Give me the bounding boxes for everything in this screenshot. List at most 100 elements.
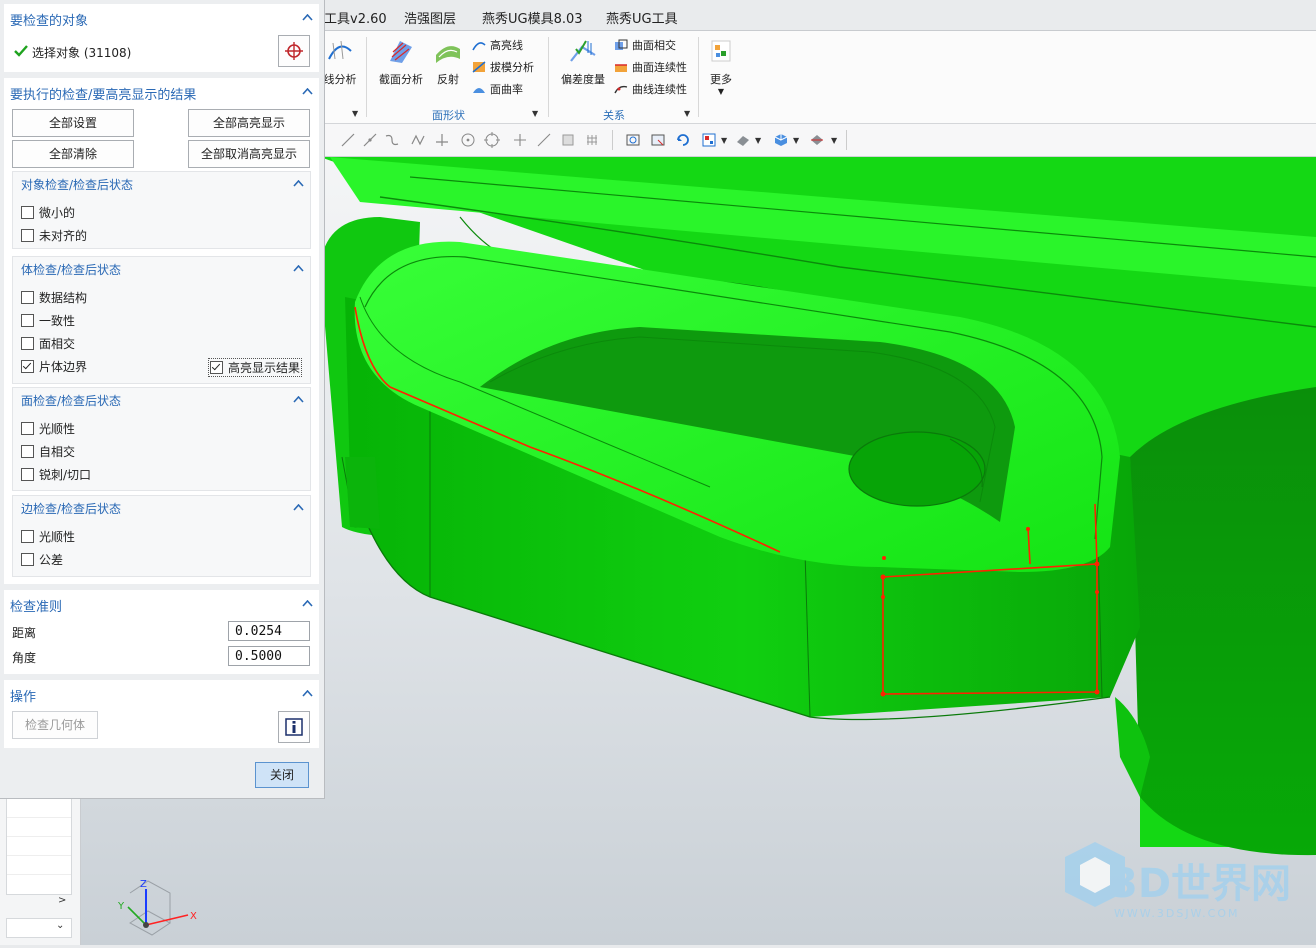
collapse-icon[interactable] xyxy=(302,88,313,95)
chevron-down-icon[interactable]: ▼ xyxy=(684,109,690,118)
tolerance-checkbox[interactable]: 公差 xyxy=(21,551,63,568)
checkbox-box-checked xyxy=(210,361,223,374)
collapse-icon[interactable] xyxy=(302,690,313,697)
curve-continuity-icon xyxy=(614,85,628,94)
point-on-curve-icon[interactable] xyxy=(512,132,528,148)
edge-display-icon[interactable] xyxy=(809,132,825,148)
set-all-button[interactable]: 全部设置 xyxy=(12,109,134,137)
unhighlight-all-button[interactable]: 全部取消高亮显示 xyxy=(188,140,310,168)
point-on-face-icon[interactable] xyxy=(536,132,552,148)
self-intersection-checkbox[interactable]: 自相交 xyxy=(21,443,75,460)
intersection-icon[interactable] xyxy=(434,132,450,148)
sheet-boundaries-checkbox[interactable]: 片体边界 xyxy=(21,358,87,375)
section-analysis-icon xyxy=(390,41,412,63)
checkbox-box xyxy=(21,229,34,242)
zoom-window-icon[interactable] xyxy=(650,132,666,148)
reflection-label: 反射 xyxy=(437,73,459,86)
curve-analysis-icon xyxy=(328,40,352,60)
view-cube-icon[interactable] xyxy=(773,132,789,148)
layout-icon[interactable] xyxy=(701,132,717,148)
section-operations: 操作 检查几何体 xyxy=(4,680,319,748)
curve-continuity-button[interactable]: 曲线连续性 xyxy=(614,81,687,97)
highlight-lines-button[interactable]: 高亮线 xyxy=(472,37,523,53)
rotate-icon[interactable] xyxy=(675,132,691,148)
draft-analysis-button[interactable]: 拔模分析 xyxy=(472,59,534,75)
quadrant-icon[interactable] xyxy=(484,132,500,148)
arc-center-icon[interactable] xyxy=(460,132,476,148)
axis-y-label: Y xyxy=(117,901,125,912)
collapse-icon[interactable] xyxy=(293,180,304,187)
checkbox-box xyxy=(21,206,34,219)
data-structure-checkbox[interactable]: 数据结构 xyxy=(21,289,87,306)
more-button[interactable]: 更多 ▼ xyxy=(704,37,738,96)
tab-yanxiu-tools[interactable]: 燕秀UG工具 xyxy=(606,8,678,27)
deviation-gauge-button[interactable]: 偏差度量 xyxy=(558,37,608,87)
section-analysis-button[interactable]: 截面分析 xyxy=(376,37,426,87)
spikes-cuts-checkbox[interactable]: 锐刺/切口 xyxy=(21,466,91,483)
tab-yanxiu-mold[interactable]: 燕秀UG模具8.03 xyxy=(482,8,583,27)
face-continuity-button[interactable]: 曲面连续性 xyxy=(614,59,687,75)
reflection-icon xyxy=(436,46,460,63)
chevron-down-icon[interactable]: ▼ xyxy=(793,136,799,145)
highlight-all-button[interactable]: 全部高亮显示 xyxy=(188,109,310,137)
ribbon-tab-bar: 工具v2.60 浩强图层 燕秀UG模具8.03 燕秀UG工具 xyxy=(320,0,1316,31)
control-point-icon[interactable] xyxy=(410,132,426,148)
toolbar-separator xyxy=(612,130,613,150)
distance-input[interactable]: 0.0254 xyxy=(228,621,310,641)
spline-icon[interactable] xyxy=(384,132,400,148)
face-intersections-checkbox[interactable]: 面相交 xyxy=(21,335,75,352)
close-button[interactable]: 关闭 xyxy=(255,762,309,788)
checkbox-box xyxy=(21,422,34,435)
check-geometry-button[interactable]: 检查几何体 xyxy=(12,711,98,739)
face-intersect-button[interactable]: 曲面相交 xyxy=(614,37,676,53)
select-object-button[interactable] xyxy=(278,35,310,67)
tiny-objects-checkbox[interactable]: 微小的 xyxy=(21,204,75,221)
line-point-icon[interactable] xyxy=(362,132,378,148)
shading-icon[interactable] xyxy=(735,132,751,148)
group-edge-checks: 边检查/检查后状态 光顺性 公差 xyxy=(12,495,311,577)
face-smoothness-label: 光顺性 xyxy=(39,422,76,436)
tiny-objects-label: 微小的 xyxy=(39,206,76,220)
chevron-down-icon[interactable]: ▼ xyxy=(532,109,538,118)
line-icon[interactable] xyxy=(340,132,356,148)
collapse-icon[interactable] xyxy=(293,265,304,272)
curve-analysis-button[interactable]: 线分析 xyxy=(320,37,360,87)
zoom-fit-icon[interactable] xyxy=(625,132,641,148)
information-button[interactable] xyxy=(278,711,310,743)
collapse-icon[interactable] xyxy=(293,504,304,511)
group-edge-checks-title: 边检查/检查后状态 xyxy=(21,502,122,516)
face-smoothness-checkbox[interactable]: 光顺性 xyxy=(21,420,75,437)
face-curvature-button[interactable]: 面曲率 xyxy=(472,81,523,97)
misaligned-objects-checkbox[interactable]: 未对齐的 xyxy=(21,227,87,244)
group-label-face-shape: 面形状 xyxy=(432,109,465,122)
navigator-strip: > ⌄ xyxy=(0,798,81,945)
checkbox-box-checked xyxy=(21,360,34,373)
chevron-down-icon[interactable]: ▼ xyxy=(831,136,837,145)
bounded-grid-icon[interactable] xyxy=(560,132,576,148)
watermark-url: WWW.3DSJW.COM xyxy=(1114,907,1240,920)
grid-icon[interactable] xyxy=(584,132,600,148)
angle-input[interactable]: 0.5000 xyxy=(228,646,310,666)
tab-haoqiang-layers[interactable]: 浩强图层 xyxy=(404,8,456,27)
section-checks: 要执行的检查/要高亮显示的结果 全部设置 全部高亮显示 全部清除 全部取消高亮显… xyxy=(4,78,319,584)
tolerance-label: 公差 xyxy=(39,553,64,567)
chevron-down-icon[interactable]: ⌄ xyxy=(56,920,64,931)
section-analysis-label: 截面分析 xyxy=(379,73,423,86)
tab-tools[interactable]: 工具v2.60 xyxy=(324,8,387,27)
collapse-icon[interactable] xyxy=(302,14,313,21)
face-curvature-icon xyxy=(473,88,485,93)
chevron-right-icon[interactable]: > xyxy=(58,895,66,906)
collapse-icon[interactable] xyxy=(302,600,313,607)
checkbox-box xyxy=(21,468,34,481)
collapse-icon[interactable] xyxy=(293,396,304,403)
group-face-checks: 面检查/检查后状态 光顺性 自相交 锐刺/切口 xyxy=(12,387,311,491)
chevron-down-icon[interactable]: ▼ xyxy=(721,136,727,145)
highlight-results-checkbox[interactable]: 高亮显示结果 xyxy=(208,358,303,377)
misaligned-objects-label: 未对齐的 xyxy=(39,229,88,243)
edge-smoothness-checkbox[interactable]: 光顺性 xyxy=(21,528,75,545)
chevron-down-icon[interactable]: ▼ xyxy=(352,109,358,118)
reflection-button[interactable]: 反射 xyxy=(430,37,466,87)
clear-all-button[interactable]: 全部清除 xyxy=(12,140,134,168)
chevron-down-icon[interactable]: ▼ xyxy=(755,136,761,145)
consistency-checkbox[interactable]: 一致性 xyxy=(21,312,75,329)
